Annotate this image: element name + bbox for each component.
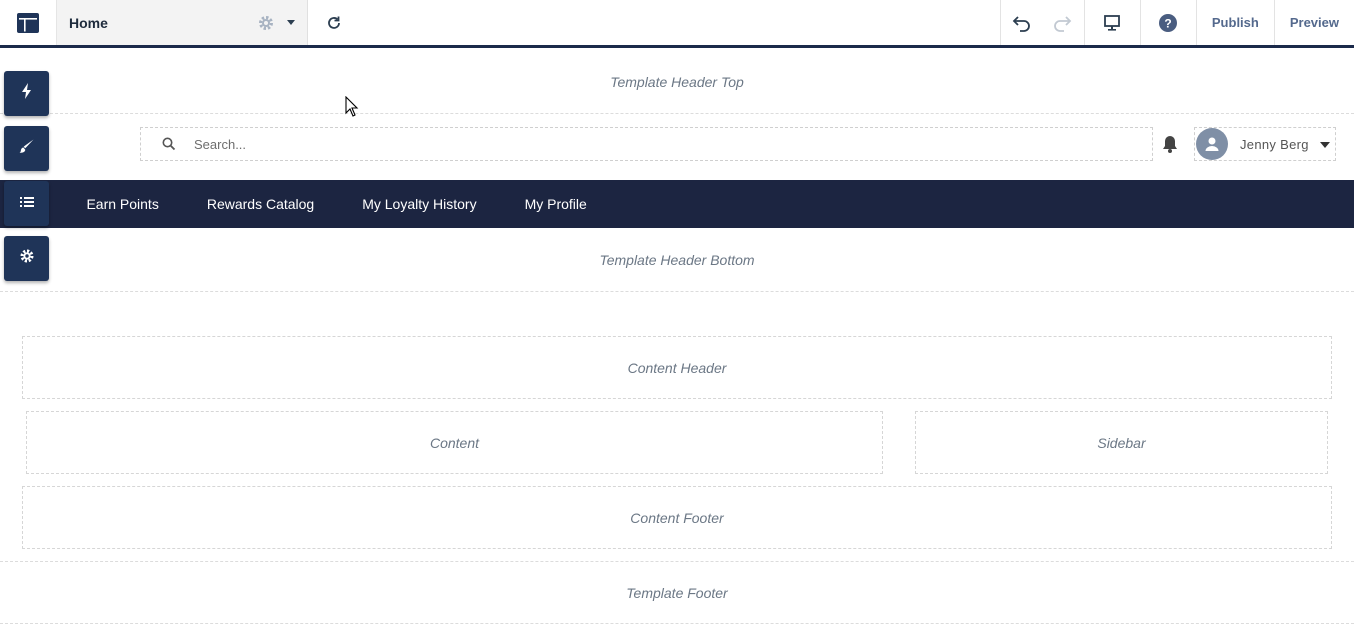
search-bar[interactable] xyxy=(140,127,1153,161)
settings-button[interactable] xyxy=(4,236,49,281)
gear-icon xyxy=(19,248,35,269)
sidebar-region[interactable]: Sidebar xyxy=(915,411,1328,474)
undo-icon[interactable] xyxy=(999,0,1042,45)
content-header-region[interactable]: Content Header xyxy=(22,336,1332,399)
page-selector[interactable]: Home xyxy=(56,0,308,45)
preview-button[interactable]: Preview xyxy=(1273,0,1354,45)
search-input[interactable] xyxy=(194,136,1094,152)
publish-button[interactable]: Publish xyxy=(1195,0,1274,45)
template-header-bottom-region[interactable]: Template Header Bottom xyxy=(0,229,1354,292)
region-label: Template Footer xyxy=(626,584,728,601)
bell-icon[interactable] xyxy=(1158,133,1182,155)
page-name: Home xyxy=(69,14,108,31)
nav-item-my-profile[interactable]: My Profile xyxy=(525,196,587,212)
layout-icon[interactable] xyxy=(0,0,56,45)
template-header-top-region[interactable]: Template Header Top xyxy=(0,51,1354,114)
search-icon xyxy=(162,136,178,152)
nav-item-rewards-catalog[interactable]: Rewards Catalog xyxy=(207,196,314,212)
region-label: Content xyxy=(429,434,480,451)
user-name: Jenny Berg xyxy=(1240,136,1309,152)
content-region[interactable]: Content xyxy=(26,411,883,474)
nav-item-my-loyalty-history[interactable]: My Loyalty History xyxy=(362,196,476,212)
lightning-icon xyxy=(21,83,33,104)
nav-item-earn-points[interactable]: Earn Points xyxy=(86,196,158,212)
template-footer-region[interactable]: Template Footer xyxy=(0,561,1354,624)
chevron-down-icon[interactable] xyxy=(1320,142,1330,148)
desktop-icon[interactable] xyxy=(1083,0,1140,45)
redo-icon[interactable] xyxy=(1042,0,1084,45)
cursor-icon xyxy=(345,96,359,117)
help-icon[interactable]: ? xyxy=(1139,0,1196,45)
components-button[interactable] xyxy=(4,71,49,116)
refresh-icon[interactable] xyxy=(308,0,360,45)
region-label: Template Header Top xyxy=(610,74,744,90)
svg-text:?: ? xyxy=(1165,16,1172,30)
gear-icon[interactable] xyxy=(255,12,277,34)
region-label: Sidebar xyxy=(1097,434,1146,451)
region-label: Content Header xyxy=(627,359,727,376)
content-footer-region[interactable]: Content Footer xyxy=(22,486,1332,549)
builder-toolbar: Home ? Publish Preview xyxy=(0,0,1354,48)
chevron-down-icon[interactable] xyxy=(287,20,295,25)
user-menu[interactable]: Jenny Berg xyxy=(1194,127,1336,161)
region-label: Template Header Bottom xyxy=(599,252,755,268)
theme-button[interactable] xyxy=(4,126,49,171)
list-icon xyxy=(19,195,34,213)
region-label: Content Footer xyxy=(630,509,724,526)
page-structure-button[interactable] xyxy=(4,181,49,226)
navigation-menu: me Earn Points Rewards Catalog My Loyalt… xyxy=(0,180,1354,228)
avatar xyxy=(1196,128,1228,160)
brush-icon xyxy=(19,138,35,159)
